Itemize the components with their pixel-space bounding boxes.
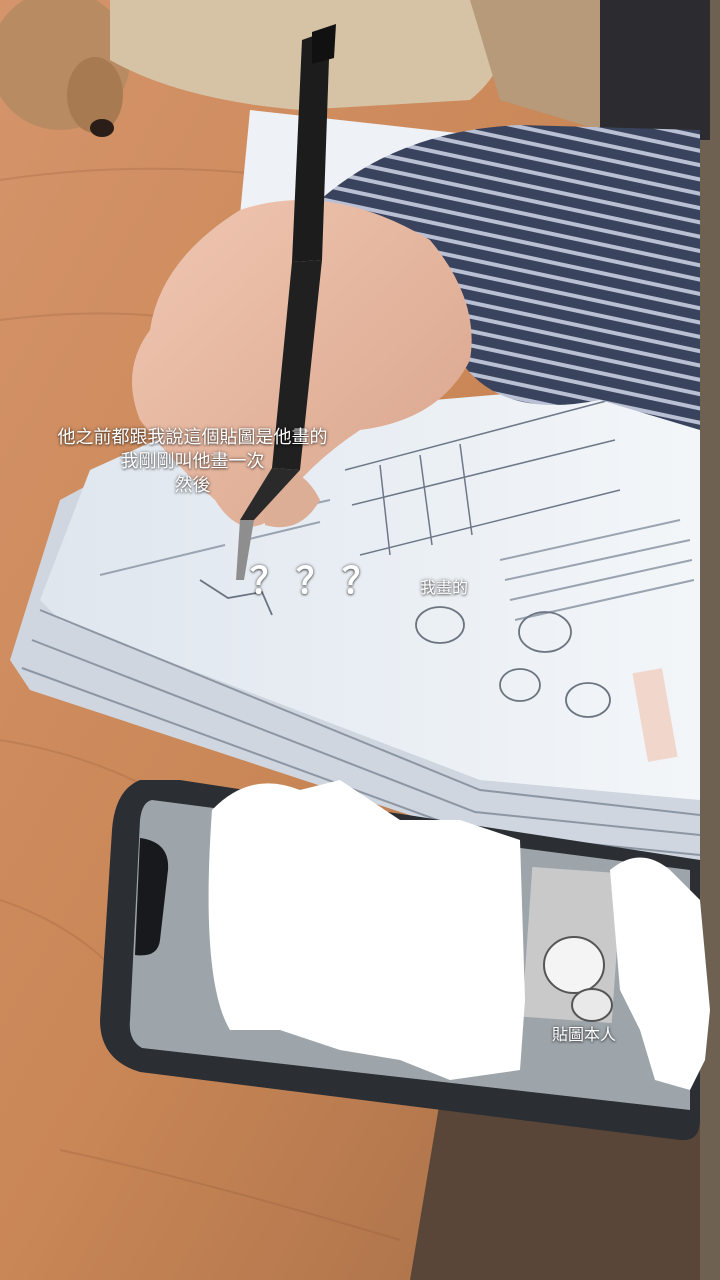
caption-line-2: 我剛剛叫他畫一次 [120,451,265,472]
photo-scene [0,0,720,1280]
story-caption: 他之前都跟我說這個貼圖是他畫的 我剛剛叫他畫一次 然後 [0,426,385,498]
caption-line-1: 他之前都跟我說這個貼圖是他畫的 [57,427,328,448]
question-marks: ？？？ [250,561,389,602]
sticker-on-phone [521,867,623,1023]
right-edge-strip [700,0,720,1280]
caption-line-3: 然後 [174,475,211,496]
sticker-person-label: 貼圖本人 [552,1025,617,1044]
story-photo: 他之前都跟我說這個貼圖是他畫的 我剛剛叫他畫一次 然後 ？？？ 我畫的 貼圖本人 [0,0,720,1280]
my-drawing-label: 我畫的 [420,578,469,597]
